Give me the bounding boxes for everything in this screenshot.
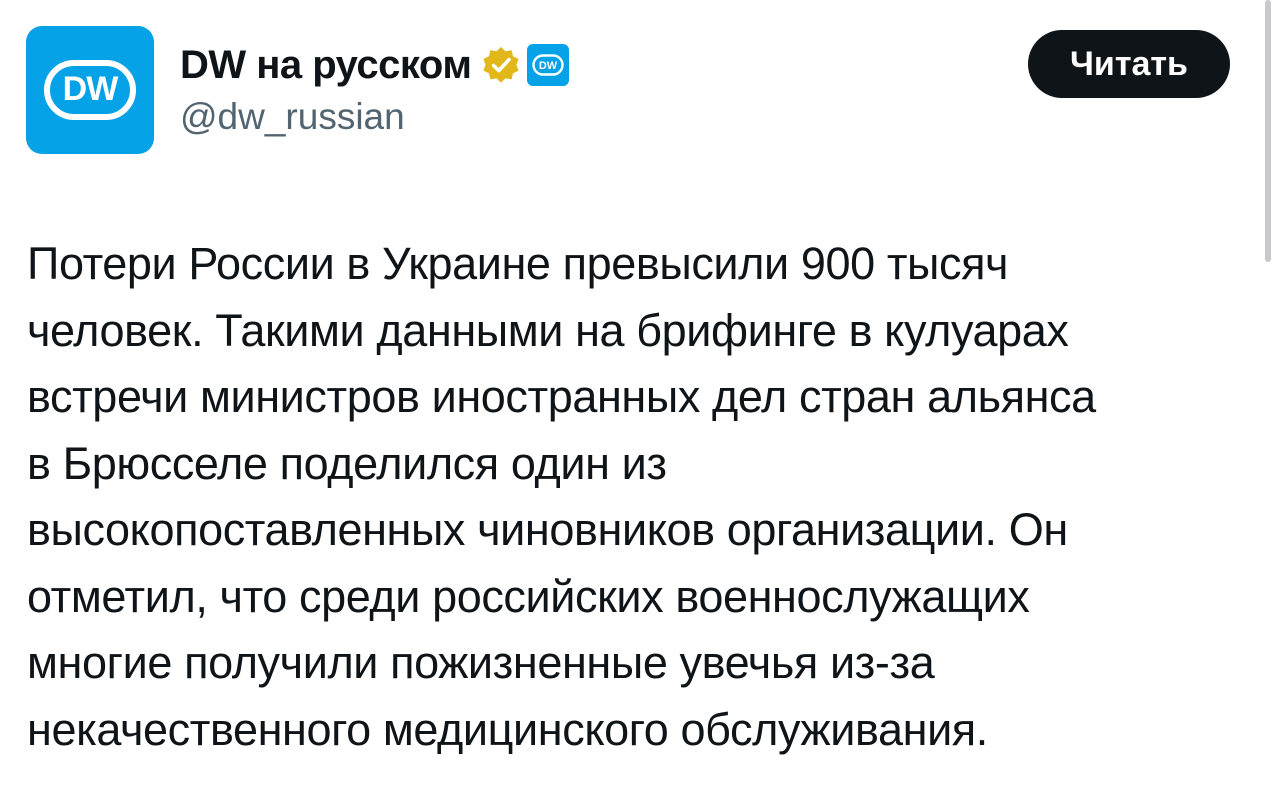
profile-avatar[interactable]: DW [26, 26, 154, 154]
account-handle[interactable]: @dw_russian [180, 96, 405, 138]
read-button[interactable]: Читать [1028, 30, 1230, 98]
tweet-text-line: Потери России в Украине превысили 900 ты… [27, 238, 1009, 289]
affiliate-badge-icon[interactable]: DW [527, 44, 570, 86]
tweet-text-line: многие получили пожизненные увечья из-за [27, 637, 935, 688]
tweet-text-line: человек. Такими данными на брифинге в ку… [27, 304, 1069, 356]
svg-text:DW: DW [539, 60, 558, 72]
verified-badge-icon[interactable] [481, 45, 521, 85]
tweet-text-line: встречи министров иностранных дел стран … [27, 371, 1096, 422]
tweet-text-line: некачественного медицинского обслуживани… [27, 703, 988, 755]
tweet-text-line: отметил, что среди российских военнослуж… [27, 570, 1030, 622]
display-name[interactable]: DW на русском [180, 43, 472, 88]
tweet-text-line: высокопоставленных чиновников организаци… [27, 504, 1068, 555]
tweet-text-line: в Брюсселе поделился один из [27, 437, 667, 489]
dw-logo-icon: DW [44, 60, 136, 120]
svg-text:DW: DW [63, 70, 120, 108]
tweet-text: Потери России в Украине превысили 900 ты… [27, 231, 1257, 763]
name-row: DW на русском DW [180, 40, 570, 90]
scrollbar[interactable] [1265, 0, 1271, 262]
